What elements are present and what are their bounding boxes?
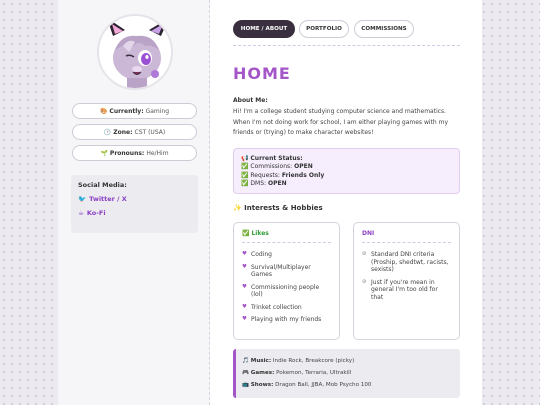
pill-label: Zone: bbox=[113, 128, 133, 136]
tab-portfolio[interactable]: PORTFOLIO bbox=[299, 20, 349, 38]
megaphone-icon: 📢 bbox=[241, 155, 249, 162]
list-item-text: Coding bbox=[251, 251, 272, 258]
pill-value: CST (USA) bbox=[134, 128, 166, 136]
palette-icon: 🎨 bbox=[99, 107, 108, 115]
status-heading: Current Status: bbox=[250, 155, 303, 162]
interests-heading: ✨ Interests & Hobbies bbox=[233, 204, 323, 212]
list-item: ⊘ Just if you're mean in general I'm too … bbox=[362, 279, 451, 302]
media-label: Music: bbox=[250, 358, 272, 364]
status-label: Commissions: bbox=[250, 163, 293, 171]
media-row: 📺 Shows: Dragon Ball, JJBA, Mob Psycho 1… bbox=[242, 379, 454, 391]
link-label: Twitter / X bbox=[89, 195, 127, 203]
tv-icon: 📺 bbox=[242, 382, 249, 388]
list-item: ♥ Survival/Multiplayer Games bbox=[242, 264, 331, 279]
coffee-icon: ☕ bbox=[78, 209, 84, 217]
check-icon: ✅ bbox=[241, 163, 249, 171]
heart-icon: ♥ bbox=[242, 283, 247, 290]
check-icon: ✅ bbox=[242, 230, 250, 237]
media-value: Indie Rock, Breakcore (picky) bbox=[272, 358, 355, 364]
heart-icon: ♥ bbox=[242, 303, 247, 310]
tab-home-about[interactable]: HOME / ABOUT bbox=[233, 20, 295, 38]
bird-icon: 🐦 bbox=[78, 195, 87, 203]
status-label: Requests: bbox=[250, 171, 280, 179]
likes-heading-label: Likes bbox=[251, 230, 269, 237]
twitter-link[interactable]: 🐦 Twitter / X bbox=[78, 195, 191, 203]
status-value: OPEN bbox=[267, 180, 287, 188]
status-row: ✅ Requests: Friends Only bbox=[241, 172, 452, 180]
divider bbox=[233, 45, 460, 46]
list-item-text: Playing with my friends bbox=[251, 316, 322, 323]
clock-icon: 🕒 bbox=[103, 128, 112, 136]
page-title: HOME bbox=[233, 64, 291, 83]
social-media-box: Social Media: 🐦 Twitter / X ☕ Ko-Fi bbox=[71, 175, 198, 233]
list-item: ♥ Commissioning people (lol) bbox=[242, 284, 331, 299]
dni-heading: DNI bbox=[362, 230, 451, 243]
link-label: Ko-Fi bbox=[86, 209, 106, 217]
check-icon: ✅ bbox=[241, 171, 249, 179]
list-item: ♥ Trinket collection bbox=[242, 304, 331, 312]
heart-icon: ♥ bbox=[242, 263, 247, 270]
about-heading: About Me: bbox=[233, 97, 268, 104]
current-status-box: 📢 Current Status: ✅ Commissions: OPEN ✅ … bbox=[233, 148, 460, 194]
music-icon: 🎵 bbox=[242, 358, 249, 364]
main-content: HOME / ABOUT PORTFOLIO COMMISSIONS HOME … bbox=[211, 0, 482, 405]
list-item: ♥ Playing with my friends bbox=[242, 316, 331, 324]
list-item-text: Trinket collection bbox=[251, 303, 302, 311]
list-item: ⊘ Standard DNI criteria (Proship, shedtwt… bbox=[362, 251, 451, 274]
status-pill-pronouns: 🌱 Pronouns: He/Him bbox=[72, 145, 197, 161]
media-row: 🎵 Music: Indie Rock, Breakcore (picky) bbox=[242, 355, 454, 367]
status-value: Friends Only bbox=[281, 171, 325, 179]
list-item-text: Survival/Multiplayer Games bbox=[251, 263, 311, 279]
media-label: Shows: bbox=[250, 382, 274, 388]
kofi-link[interactable]: ☕ Ko-Fi bbox=[78, 209, 191, 217]
pill-label: Currently: bbox=[109, 107, 144, 115]
list-item-text: Commissioning people (lol) bbox=[251, 283, 320, 299]
pill-label: Pronouns: bbox=[109, 149, 145, 157]
status-pill-zone: 🕒 Zone: CST (USA) bbox=[72, 124, 197, 140]
media-favorites-box: 🎵 Music: Indie Rock, Breakcore (picky) 🎮… bbox=[233, 349, 460, 398]
heart-icon: ♥ bbox=[242, 251, 247, 257]
gamepad-icon: 🎮 bbox=[242, 370, 249, 376]
seedling-icon: 🌱 bbox=[100, 149, 108, 157]
media-value: Dragon Ball, JJBA, Mob Psycho 100 bbox=[275, 382, 372, 388]
dni-card: DNI ⊘ Standard DNI criteria (Proship, she… bbox=[353, 222, 460, 340]
sidebar: 🎨 Currently: Gaming 🕒 Zone: CST (USA) 🌱 … bbox=[58, 0, 210, 405]
about-text: Hi! I'm a college student studying compu… bbox=[233, 108, 449, 136]
status-value: OPEN bbox=[294, 163, 313, 171]
tab-commissions[interactable]: COMMISSIONS bbox=[354, 20, 414, 38]
no-entry-icon: ⊘ bbox=[362, 251, 367, 257]
status-label: DMS: bbox=[250, 180, 267, 188]
list-item-text: Standard DNI criteria (Proship, shedtwt,… bbox=[371, 251, 449, 273]
media-label: Games: bbox=[250, 370, 275, 376]
list-item-text: Just if you're mean in general I'm too o… bbox=[371, 278, 438, 301]
check-icon: ✅ bbox=[241, 180, 249, 188]
no-entry-icon: ⊘ bbox=[362, 278, 367, 285]
status-pill-currently: 🎨 Currently: Gaming bbox=[72, 103, 197, 119]
heart-icon: ♥ bbox=[242, 316, 247, 322]
media-row: 🎮 Games: Pokemon, Terraria, Ultrakill bbox=[242, 367, 454, 379]
social-heading: Social Media: bbox=[78, 181, 127, 189]
status-row: ✅ Commissions: OPEN bbox=[241, 163, 452, 171]
avatar bbox=[97, 14, 173, 90]
pill-value: Gaming bbox=[145, 107, 170, 115]
likes-card: ✅ Likes ♥ Coding ♥ Survival/Multiplayer Ga… bbox=[233, 222, 340, 340]
likes-heading: ✅ Likes bbox=[242, 230, 331, 243]
list-item: ♥ Coding bbox=[242, 251, 331, 259]
status-row: ✅ DMS: OPEN bbox=[241, 180, 452, 188]
pill-value: He/Him bbox=[146, 149, 169, 157]
media-value: Pokemon, Terraria, Ultrakill bbox=[276, 370, 352, 376]
